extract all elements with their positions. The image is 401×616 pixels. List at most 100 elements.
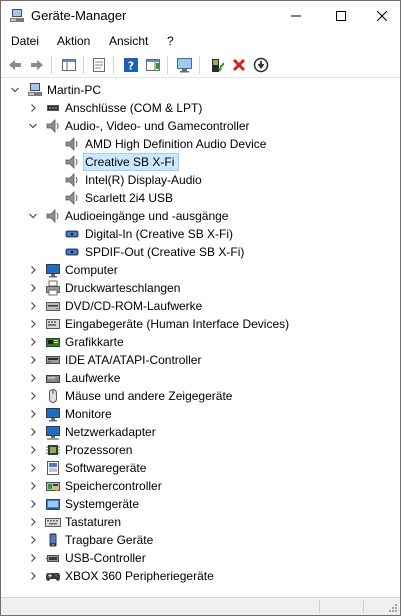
svg-text:?: ?	[128, 60, 134, 73]
expander[interactable]	[27, 102, 39, 114]
expander[interactable]	[27, 444, 39, 456]
toolbar-separator	[167, 56, 168, 74]
tree-category-item[interactable]: Anschlüsse (COM & LPT)	[1, 99, 400, 117]
device-icon-wrap	[45, 406, 61, 422]
tree-category-item[interactable]: Laufwerke	[1, 369, 400, 387]
tree-device-item[interactable]: SPDIF-Out (Creative SB X-Fi)	[1, 243, 400, 261]
expander[interactable]	[27, 426, 39, 438]
monitor-icon	[46, 264, 60, 278]
tree-category-item[interactable]: Netzwerkadapter	[1, 423, 400, 441]
minimize-button[interactable]	[273, 1, 318, 31]
storage-controller-icon	[46, 482, 60, 492]
tree-category-item[interactable]: IDE ATA/ATAPI-Controller	[1, 351, 400, 369]
status-separator	[319, 600, 320, 613]
tree-category-item[interactable]: Prozessoren	[1, 441, 400, 459]
disc-drive-icon	[46, 302, 60, 311]
chevron-right-icon	[31, 536, 36, 544]
scan-hardware-button[interactable]	[175, 55, 195, 75]
expander[interactable]	[27, 264, 39, 276]
device-icon-wrap	[45, 316, 61, 332]
expander[interactable]	[27, 354, 39, 366]
device-icon-wrap	[64, 136, 80, 152]
disable-device-icon	[253, 57, 269, 73]
tree-category-item[interactable]: Systemgeräte	[1, 495, 400, 513]
device-icon-wrap	[64, 226, 80, 242]
forward-button[interactable]	[27, 55, 47, 75]
mouse-icon	[49, 389, 57, 403]
tree-category-item[interactable]: Tragbare Geräte	[1, 531, 400, 549]
speaker-icon	[65, 155, 78, 169]
tree-category-item[interactable]: Audioeingänge und -ausgänge	[1, 207, 400, 225]
expander[interactable]	[27, 408, 39, 420]
tree-category-item[interactable]: Tastaturen	[1, 513, 400, 531]
tree-category-item[interactable]: Audio-, Video- und Gamecontroller	[1, 117, 400, 135]
tree-category-item[interactable]: Eingabegeräte (Human Interface Devices)	[1, 315, 400, 333]
tree-item-label: IDE ATA/ATAPI-Controller	[65, 353, 202, 367]
tree-category-item[interactable]: XBOX 360 Peripheriegeräte	[1, 567, 400, 585]
expander[interactable]	[27, 120, 39, 132]
expander[interactable]	[27, 462, 39, 474]
show-hide-tree-button[interactable]	[59, 55, 79, 75]
expander[interactable]	[27, 372, 39, 384]
action-pane-icon	[146, 59, 160, 71]
device-tree[interactable]: Martin-PC Anschlüsse (COM & LPT) Audio-, V…	[1, 79, 400, 597]
expander[interactable]	[27, 534, 39, 546]
expander[interactable]	[9, 84, 21, 96]
chevron-right-icon	[31, 500, 36, 508]
speaker-icon	[46, 119, 59, 133]
disable-device-button[interactable]	[251, 55, 271, 75]
tree-category-item[interactable]: USB-Controller	[1, 549, 400, 567]
toolbar-separator	[113, 56, 114, 74]
tree-item-label: Mäuse und andere Zeigegeräte	[65, 389, 233, 403]
tree-category-item[interactable]: Computer	[1, 261, 400, 279]
maximize-button[interactable]	[318, 1, 363, 31]
tree-category-item[interactable]: Druckwarteschlangen	[1, 279, 400, 297]
menu-ansicht[interactable]: Ansicht	[109, 34, 148, 48]
resize-grip-icon[interactable]	[388, 603, 398, 613]
expander[interactable]	[27, 390, 39, 402]
expander[interactable]	[27, 282, 39, 294]
properties-button[interactable]	[89, 55, 109, 75]
tree-category-item[interactable]: Speichercontroller	[1, 477, 400, 495]
tree-root-item[interactable]: Martin-PC	[1, 81, 400, 99]
back-button[interactable]	[5, 55, 25, 75]
device-icon-wrap	[64, 244, 80, 260]
toolbar: ?	[1, 52, 400, 78]
tree-device-item[interactable]: Scarlett 2i4 USB	[1, 189, 400, 207]
expander[interactable]	[27, 498, 39, 510]
tree-item-label: Digital-In (Creative SB X-Fi)	[85, 227, 234, 241]
speaker-icon	[65, 191, 78, 205]
tree-device-item[interactable]: Intel(R) Display-Audio	[1, 171, 400, 189]
uninstall-device-button[interactable]	[229, 55, 249, 75]
tree-category-item[interactable]: Mäuse und andere Zeigegeräte	[1, 387, 400, 405]
menu-help[interactable]: ?	[167, 34, 174, 48]
hard-drive-icon	[46, 375, 60, 383]
close-button[interactable]	[359, 1, 401, 31]
expander[interactable]	[27, 336, 39, 348]
expander[interactable]	[27, 318, 39, 330]
expander[interactable]	[27, 300, 39, 312]
tree-device-item[interactable]: Creative SB X-Fi	[1, 153, 400, 171]
menu-aktion[interactable]: Aktion	[57, 34, 90, 48]
expander[interactable]	[27, 516, 39, 528]
speaker-icon	[65, 137, 78, 151]
action-pane-button[interactable]	[143, 55, 163, 75]
tree-category-item[interactable]: DVD/CD-ROM-Laufwerke	[1, 297, 400, 315]
help-button[interactable]: ?	[121, 55, 141, 75]
tree-item-label: Softwaregeräte	[65, 461, 147, 475]
tree-category-item[interactable]: Monitore	[1, 405, 400, 423]
update-driver-button[interactable]	[207, 55, 227, 75]
expander[interactable]	[27, 552, 39, 564]
scan-hardware-icon	[177, 58, 192, 73]
menu-datei[interactable]: Datei	[11, 34, 39, 48]
chevron-right-icon	[31, 410, 36, 418]
tree-category-item[interactable]: Softwaregeräte	[1, 459, 400, 477]
tree-device-item[interactable]: AMD High Definition Audio Device	[1, 135, 400, 153]
chevron-right-icon	[31, 374, 36, 382]
chevron-right-icon	[31, 104, 36, 112]
expander[interactable]	[27, 480, 39, 492]
expander[interactable]	[27, 210, 39, 222]
expander[interactable]	[27, 570, 39, 582]
tree-category-item[interactable]: Grafikkarte	[1, 333, 400, 351]
tree-device-item[interactable]: Digital-In (Creative SB X-Fi)	[1, 225, 400, 243]
